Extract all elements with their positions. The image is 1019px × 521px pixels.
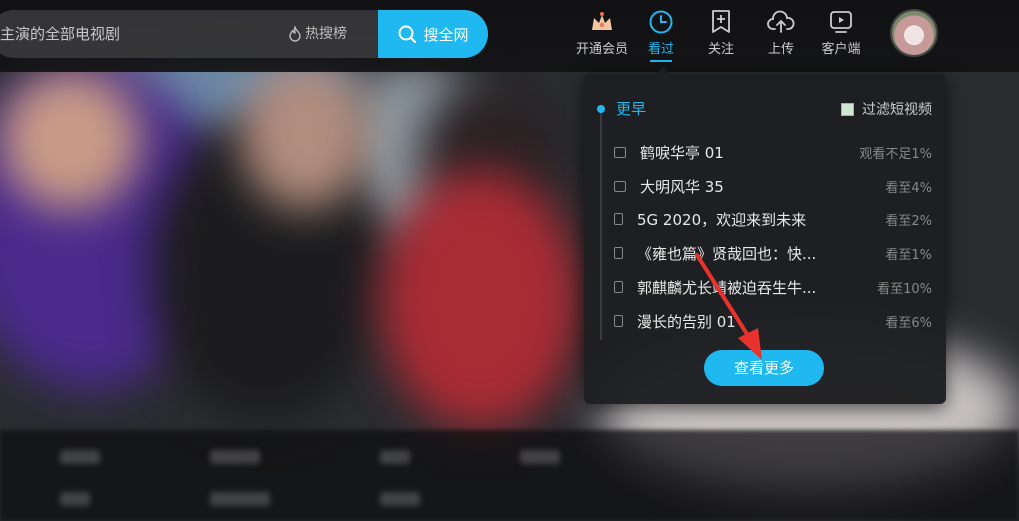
- top-header: 主演的全部电视剧 热搜榜 搜全网 开通会员 看过 关注 上传 客户端: [0, 0, 1019, 72]
- nav-upload[interactable]: 上传: [751, 6, 811, 57]
- hot-search-label: 热搜榜: [305, 26, 347, 42]
- history-item-title: 漫长的告别 01: [637, 312, 736, 331]
- active-tab-underline: [650, 60, 672, 62]
- history-item-progress: 看至6%: [885, 315, 932, 331]
- history-item-progress: 观看不足1%: [859, 146, 932, 162]
- timeline-dot: [597, 105, 605, 113]
- history-item[interactable]: 郭麒麟尤长靖被迫吞生牛... 看至10%: [614, 275, 932, 299]
- history-item-title: 郭麒麟尤长靖被迫吞生牛...: [637, 278, 817, 297]
- history-item[interactable]: 大明风华 35 看至4%: [614, 174, 932, 198]
- monitor-icon: [614, 180, 626, 192]
- history-item-title: 5G 2020，欢迎来到未来: [637, 210, 807, 229]
- history-item[interactable]: 漫长的告别 01 看至6%: [614, 309, 932, 333]
- phone-icon: [614, 315, 623, 327]
- nav-history-label: 看过: [647, 42, 674, 57]
- watch-history-panel: 更早 过滤短视频 鹤唳华亭 01 观看不足1% 大明风华 35 看至4% 5G …: [584, 67, 946, 404]
- timeline-line: [600, 110, 602, 340]
- phone-icon: [614, 213, 623, 225]
- history-item-progress: 看至10%: [877, 281, 932, 297]
- crown-icon: [592, 12, 612, 30]
- nav-follow[interactable]: 关注: [691, 6, 751, 57]
- search-bar: 主演的全部电视剧 热搜榜 搜全网: [0, 10, 488, 58]
- monitor-icon: [614, 146, 626, 158]
- phone-icon: [614, 281, 623, 293]
- nav-upload-label: 上传: [767, 42, 794, 57]
- view-more-button[interactable]: 查看更多: [704, 350, 824, 386]
- history-item[interactable]: 5G 2020，欢迎来到未来 看至2%: [614, 207, 932, 231]
- nav-client-label: 客户端: [821, 42, 861, 57]
- user-avatar[interactable]: [890, 9, 938, 57]
- history-group-title: 更早: [616, 100, 647, 118]
- nav-history[interactable]: 看过: [631, 6, 691, 62]
- history-item[interactable]: 鹤唳华亭 01 观看不足1%: [614, 140, 932, 164]
- nav-client[interactable]: 客户端: [811, 6, 871, 57]
- filter-short-videos[interactable]: 过滤短视频: [841, 99, 932, 119]
- history-item-progress: 看至2%: [885, 213, 932, 229]
- history-item-title: 鹤唳华亭 01: [640, 143, 724, 162]
- tv-play-icon: [830, 11, 852, 33]
- history-item[interactable]: 《雍也篇》贤哉回也：快... 看至1%: [614, 241, 932, 265]
- phone-icon: [614, 247, 623, 259]
- filter-checkbox[interactable]: [841, 102, 854, 116]
- history-item-progress: 看至4%: [885, 180, 932, 196]
- bookmark-plus-icon: [712, 10, 730, 33]
- nav-vip-label: 开通会员: [575, 42, 628, 57]
- cloud-upload-icon: [767, 10, 795, 33]
- search-input[interactable]: 主演的全部电视剧: [0, 10, 280, 58]
- nav-follow-label: 关注: [707, 42, 734, 57]
- search-all-button[interactable]: 搜全网: [378, 10, 488, 58]
- hot-search-button[interactable]: 热搜榜: [288, 10, 347, 58]
- clock-icon: [649, 10, 673, 34]
- filter-label: 过滤短视频: [862, 102, 932, 118]
- search-all-label: 搜全网: [423, 25, 469, 44]
- history-item-title: 大明风华 35: [640, 177, 724, 196]
- nav-vip[interactable]: 开通会员: [572, 6, 632, 57]
- search-icon: [398, 25, 417, 43]
- history-item-title: 《雍也篇》贤哉回也：快...: [637, 244, 817, 263]
- flame-icon: [289, 26, 301, 42]
- history-item-progress: 看至1%: [885, 247, 932, 263]
